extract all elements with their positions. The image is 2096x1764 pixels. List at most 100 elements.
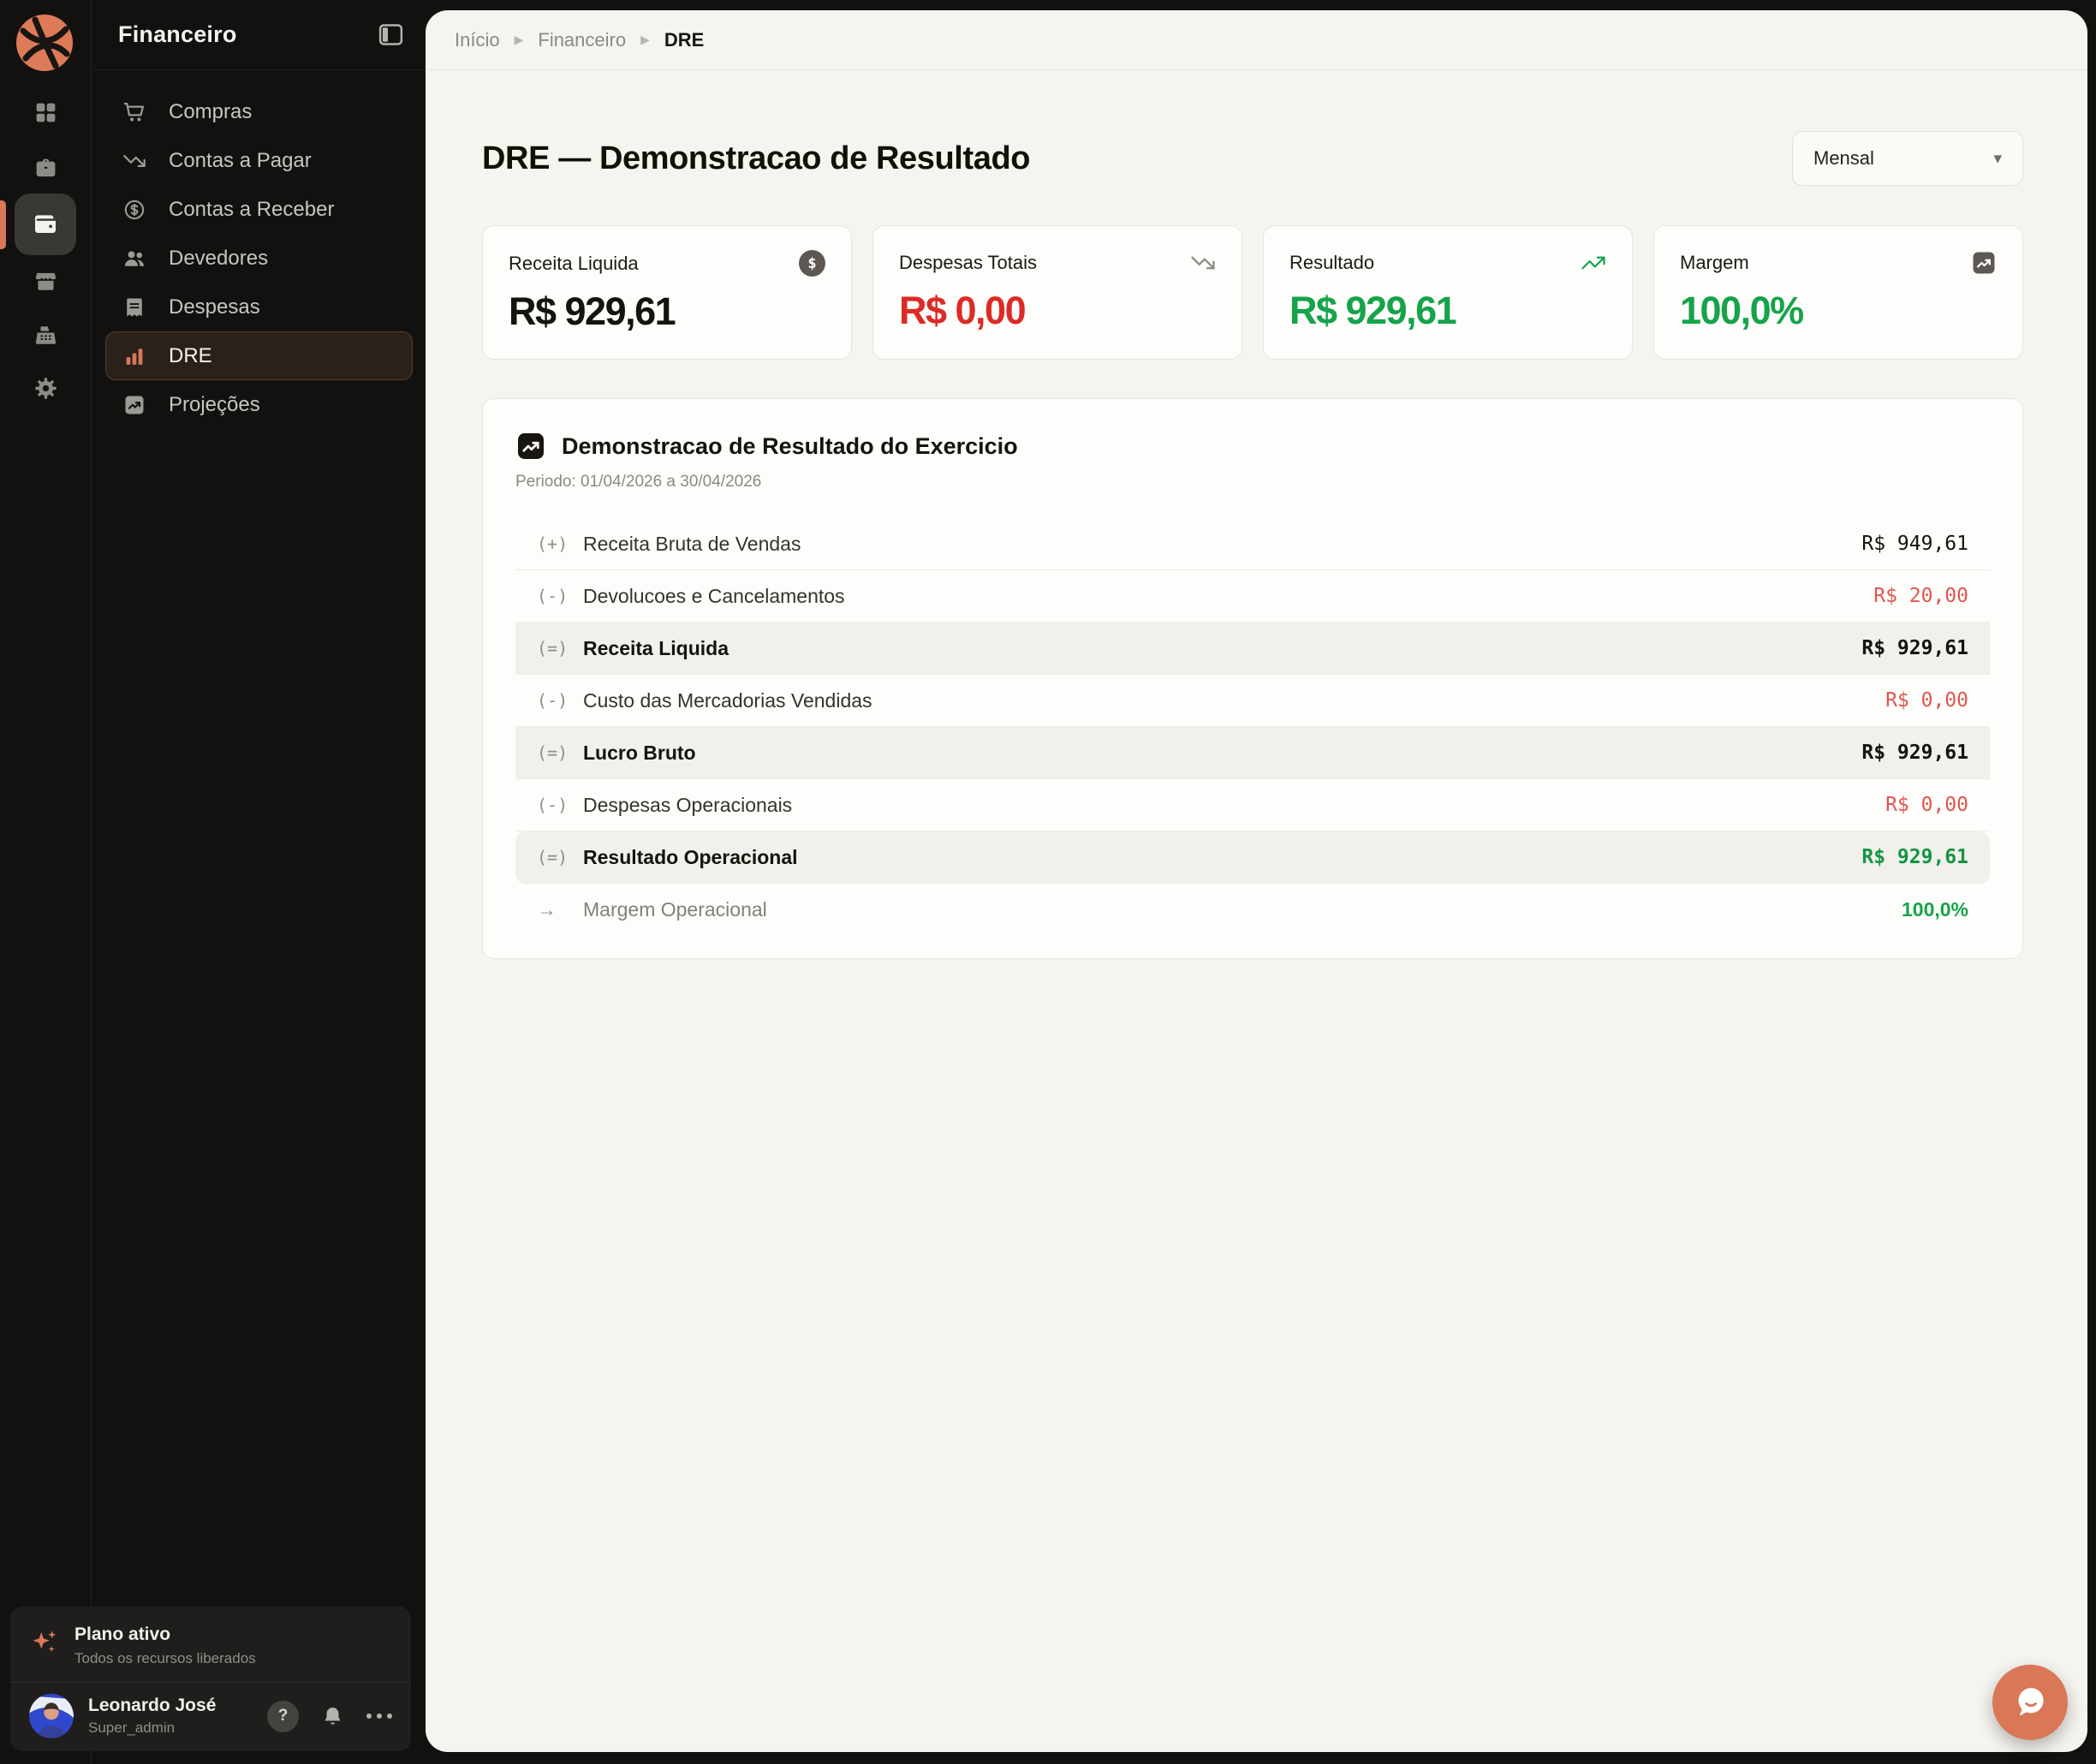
icon-rail: [0, 0, 92, 1764]
row-value: R$ 929,61: [1861, 846, 1968, 868]
chat-bubble-icon: [2008, 1680, 2052, 1725]
stat-card-despesas-totais: Despesas Totais R$ 0,00: [872, 225, 1242, 360]
chevron-right-icon: ▶: [515, 33, 524, 47]
more-options-icon[interactable]: [366, 1707, 392, 1725]
chat-fab-button[interactable]: [1992, 1665, 2068, 1740]
cash-register-icon: [33, 323, 58, 348]
user-row: Leonardo José Super_admin ?: [10, 1683, 411, 1749]
help-icon[interactable]: ?: [267, 1701, 299, 1732]
dashboard-grid-icon: [33, 100, 58, 125]
stat-value: R$ 929,61: [509, 289, 825, 334]
statement-row: (-) Despesas Operacionais R$ 0,00: [515, 779, 1990, 831]
row-prefix: (-): [537, 586, 583, 606]
row-label: Lucro Bruto: [583, 742, 696, 765]
row-value: 100,0%: [1902, 898, 1968, 921]
rail-settings-button[interactable]: [27, 369, 64, 407]
rail-wallet-button[interactable]: [15, 194, 76, 255]
sidebar-item-despesas[interactable]: Despesas: [105, 283, 413, 331]
breadcrumb-financeiro[interactable]: Financeiro: [538, 29, 626, 51]
row-label: Despesas Operacionais: [583, 794, 792, 817]
sidebar-item-contas-a-receber[interactable]: Contas a Receber: [105, 185, 413, 234]
statement-row: (-) Devolucoes e Cancelamentos R$ 20,00: [515, 570, 1990, 623]
rail-store-button[interactable]: [27, 262, 64, 300]
main-panel: Início ▶ Financeiro ▶ DRE DRE — Demonstr…: [426, 10, 2087, 1752]
user-role: Super_admin: [88, 1719, 216, 1737]
sidebar-header: Financeiro: [92, 0, 426, 70]
period-select[interactable]: Mensal ▾: [1792, 131, 2023, 186]
row-label: Receita Liquida: [583, 637, 729, 660]
row-value: R$ 929,61: [1861, 742, 1968, 764]
sidebar-item-contas-a-pagar[interactable]: Contas a Pagar: [105, 136, 413, 185]
stat-card-resultado: Resultado R$ 929,61: [1263, 225, 1633, 360]
app-root: Financeiro Compras: [0, 0, 2096, 1764]
stat-cards: Receita Liquida $ R$ 929,61 Despesas Tot…: [482, 225, 2023, 360]
sidebar-item-devedores[interactable]: Devedores: [105, 234, 413, 283]
dollar-badge-icon: $: [799, 250, 825, 277]
row-value: R$ 0,00: [1885, 689, 1968, 712]
bar-chart-icon: [122, 344, 146, 368]
sidebar-title: Financeiro: [118, 21, 237, 48]
statement-row: → Margem Operacional 100,0%: [515, 884, 1990, 936]
brand-logo-icon: [16, 15, 73, 71]
breadcrumb-inicio[interactable]: Início: [455, 29, 500, 51]
user-actions: ?: [267, 1701, 392, 1732]
plan-subtitle: Todos os recursos liberados: [74, 1650, 256, 1667]
sidebar: Financeiro Compras: [92, 0, 426, 1764]
row-prefix: (=): [537, 847, 583, 867]
statement-header: Demonstracao de Resultado do Exercicio: [515, 431, 1990, 462]
dollar-circle-icon: [122, 198, 146, 222]
row-label: Custo das Mercadorias Vendidas: [583, 689, 872, 712]
sidebar-item-dre[interactable]: DRE: [105, 331, 413, 380]
trending-down-icon: [1190, 250, 1216, 276]
period-select-value: Mensal: [1813, 147, 1874, 170]
sidebar-item-label: DRE: [169, 344, 212, 368]
row-label: Devolucoes e Cancelamentos: [583, 585, 845, 608]
row-prefix: (=): [537, 742, 583, 763]
brand-logo[interactable]: [16, 15, 73, 71]
trending-up-icon: [1581, 250, 1606, 276]
row-prefix: (=): [537, 638, 583, 659]
wallet-icon: [32, 211, 59, 238]
statement-title: Demonstracao de Resultado do Exercicio: [562, 433, 1018, 460]
statement-period: Periodo: 01/04/2026 a 30/04/2026: [515, 473, 1990, 492]
trending-down-icon: [122, 149, 146, 173]
sidebar-item-compras[interactable]: Compras: [105, 87, 413, 136]
arrow-right-icon: →: [537, 898, 583, 921]
statement-row: (+) Receita Bruta de Vendas R$ 949,61: [515, 518, 1990, 570]
statement-row: (=) Receita Liquida R$ 929,61: [515, 623, 1990, 675]
sidebar-item-label: Contas a Pagar: [169, 149, 312, 173]
stat-card-receita-liquida: Receita Liquida $ R$ 929,61: [482, 225, 852, 360]
cart-icon: [122, 100, 146, 124]
rail-briefcase-button[interactable]: [27, 149, 64, 187]
stat-value: 100,0%: [1680, 289, 1997, 333]
stat-label: Despesas Totais: [899, 252, 1037, 274]
stat-value: R$ 929,61: [1289, 289, 1606, 333]
rail-register-button[interactable]: [27, 316, 64, 354]
row-prefix: (-): [537, 690, 583, 711]
chart-badge-icon: [1971, 250, 1997, 276]
rail-dashboard-button[interactable]: [27, 93, 64, 131]
plan-texts: Plano ativo Todos os recursos liberados: [74, 1624, 256, 1667]
panel-toggle-icon[interactable]: [377, 21, 405, 49]
stat-value: R$ 0,00: [899, 289, 1216, 333]
stat-label: Receita Liquida: [509, 253, 639, 275]
chevron-down-icon: ▾: [1993, 149, 2002, 169]
sidebar-item-projecoes[interactable]: Projeções: [105, 380, 413, 429]
statement-row: (-) Custo das Mercadorias Vendidas R$ 0,…: [515, 675, 1990, 727]
row-label: Resultado Operacional: [583, 846, 798, 869]
page-content: DRE — Demonstracao de Resultado Mensal ▾…: [426, 131, 2087, 959]
settings-gear-icon: [33, 376, 58, 401]
statement-row: (=) Lucro Bruto R$ 929,61: [515, 727, 1990, 779]
bell-icon[interactable]: [321, 1705, 344, 1728]
stat-label: Margem: [1680, 252, 1749, 274]
row-label: Margem Operacional: [583, 898, 767, 921]
users-icon: [122, 247, 146, 271]
chart-square-icon: [122, 393, 146, 417]
chart-icon: [515, 431, 546, 462]
sidebar-item-label: Devedores: [169, 247, 268, 271]
user-texts: Leonardo José Super_admin: [88, 1695, 216, 1737]
plan-section: Plano ativo Todos os recursos liberados: [10, 1606, 411, 1682]
stat-label: Resultado: [1289, 252, 1374, 274]
receipt-icon: [122, 295, 146, 319]
avatar[interactable]: [29, 1694, 74, 1738]
